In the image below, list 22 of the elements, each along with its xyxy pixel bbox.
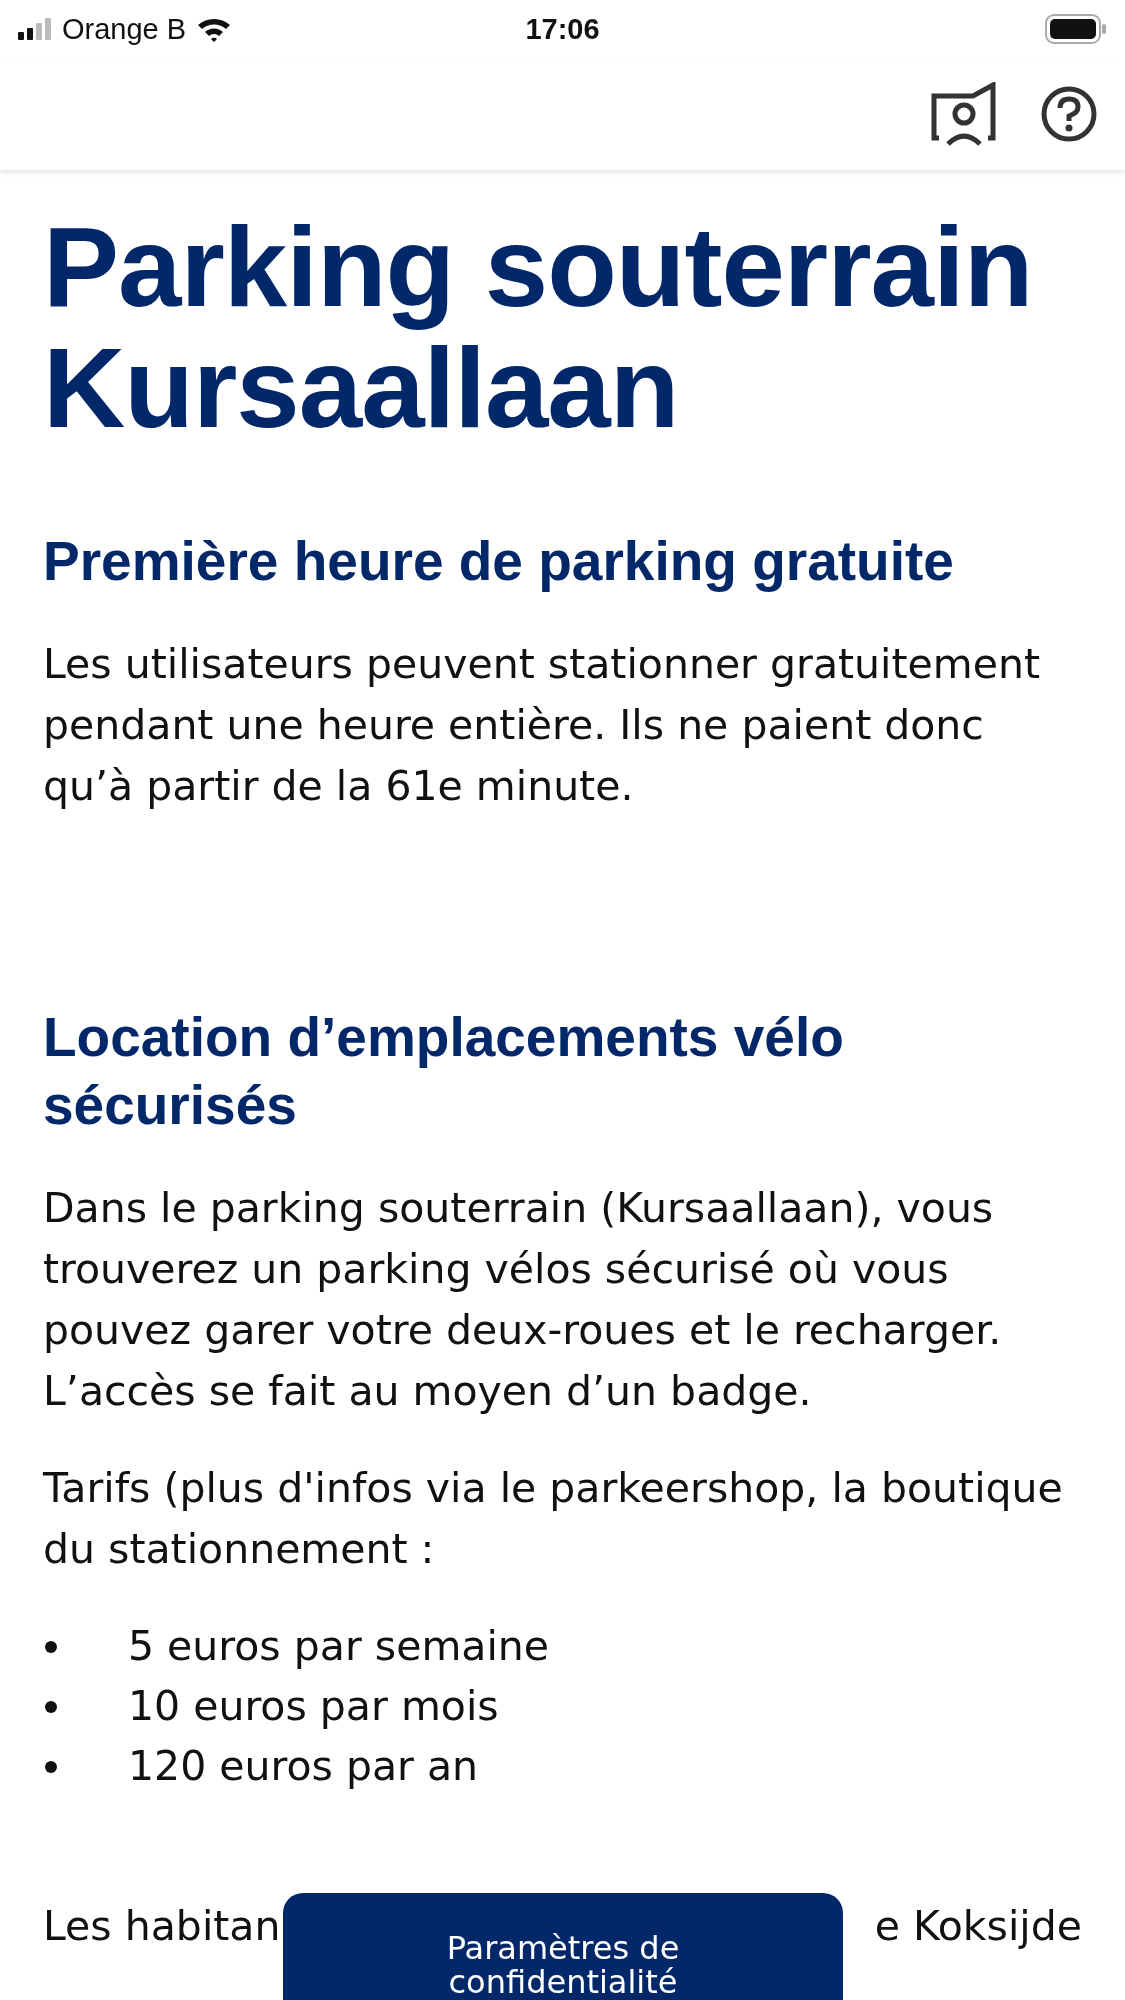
wifi-icon [196,16,233,42]
clock-time: 17:06 [525,12,600,45]
paragraph: Les utilisateurs peuvent stationner gratuitement pendant une heure entière. Ils ne paient donc qu’à partir de la 61e minute. [43,639,1041,812]
battery-icon [1045,14,1107,44]
page-title: Parking souterrain Kursaallaan [43,206,1034,448]
help-icon[interactable] [1041,86,1097,142]
paragraph-text: Les habitan [43,1901,281,1952]
paragraph: Dans le parking souterrain (Kursaallaan), vous trouverez un parking vélos sécurisé où vous pouvez garer votre deux-roues et le recharger. L’accès se fait au moyen d’un badge. [43,1183,1003,1417]
carrier-name: Orange B [62,12,187,46]
bullet-icon [45,1701,57,1713]
list-item: 5 euros par semaine [128,1621,550,1672]
signal-icon [18,18,52,40]
section-heading: Première heure de parking gratuite [43,529,955,594]
paragraph: Tarifs (plus d'infos via le parkeershop, la boutique du stationnement : [43,1463,1064,1575]
list-item: 120 euros par an [128,1741,479,1792]
section-heading: Location d’emplacements vélo sécurisés [43,1005,845,1138]
list-item: 10 euros par mois [128,1681,499,1732]
bullet-icon [45,1641,57,1653]
paragraph-text: e Koksijde [874,1901,1082,1952]
privacy-settings-button[interactable]: Paramètres de confidentialité [283,1893,843,2000]
bullet-icon [45,1761,57,1773]
camera-person-icon[interactable] [931,82,999,146]
